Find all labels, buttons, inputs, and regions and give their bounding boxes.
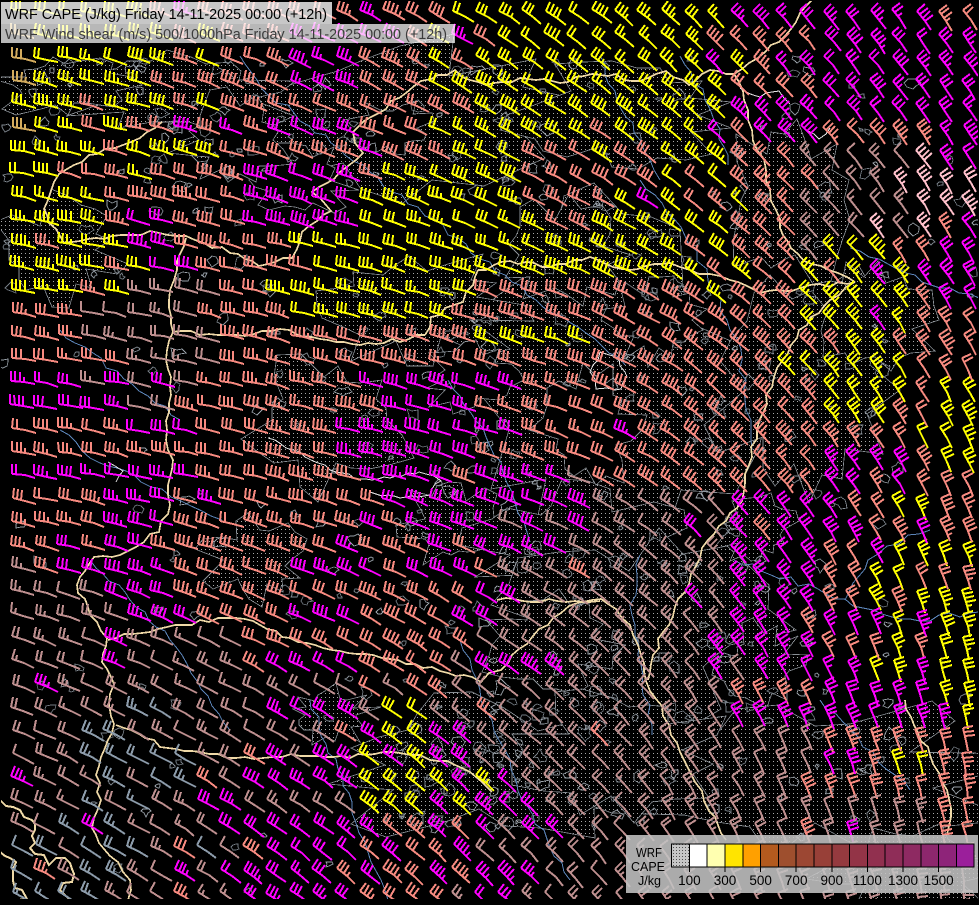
svg-text:WRF: WRF — [636, 845, 662, 860]
svg-text:WRF CAPE (J/kg) Friday 14-11-2: WRF CAPE (J/kg) Friday 14-11-2025 00:00 … — [5, 7, 327, 23]
svg-text:1500: 1500 — [924, 873, 954, 888]
svg-text:CAPE: CAPE — [631, 859, 665, 874]
svg-text:1300: 1300 — [888, 873, 918, 888]
svg-text:J/kg: J/kg — [638, 873, 661, 888]
svg-text:300: 300 — [714, 873, 737, 888]
svg-text:900: 900 — [821, 873, 844, 888]
svg-text:500: 500 — [749, 873, 772, 888]
svg-text:100: 100 — [678, 873, 701, 888]
svg-text:WRF Wind shear (m/s) 500/1000h: WRF Wind shear (m/s) 500/1000hPa Friday … — [5, 27, 447, 43]
svg-text:1100: 1100 — [853, 873, 882, 888]
svg-text:700: 700 — [785, 873, 808, 888]
